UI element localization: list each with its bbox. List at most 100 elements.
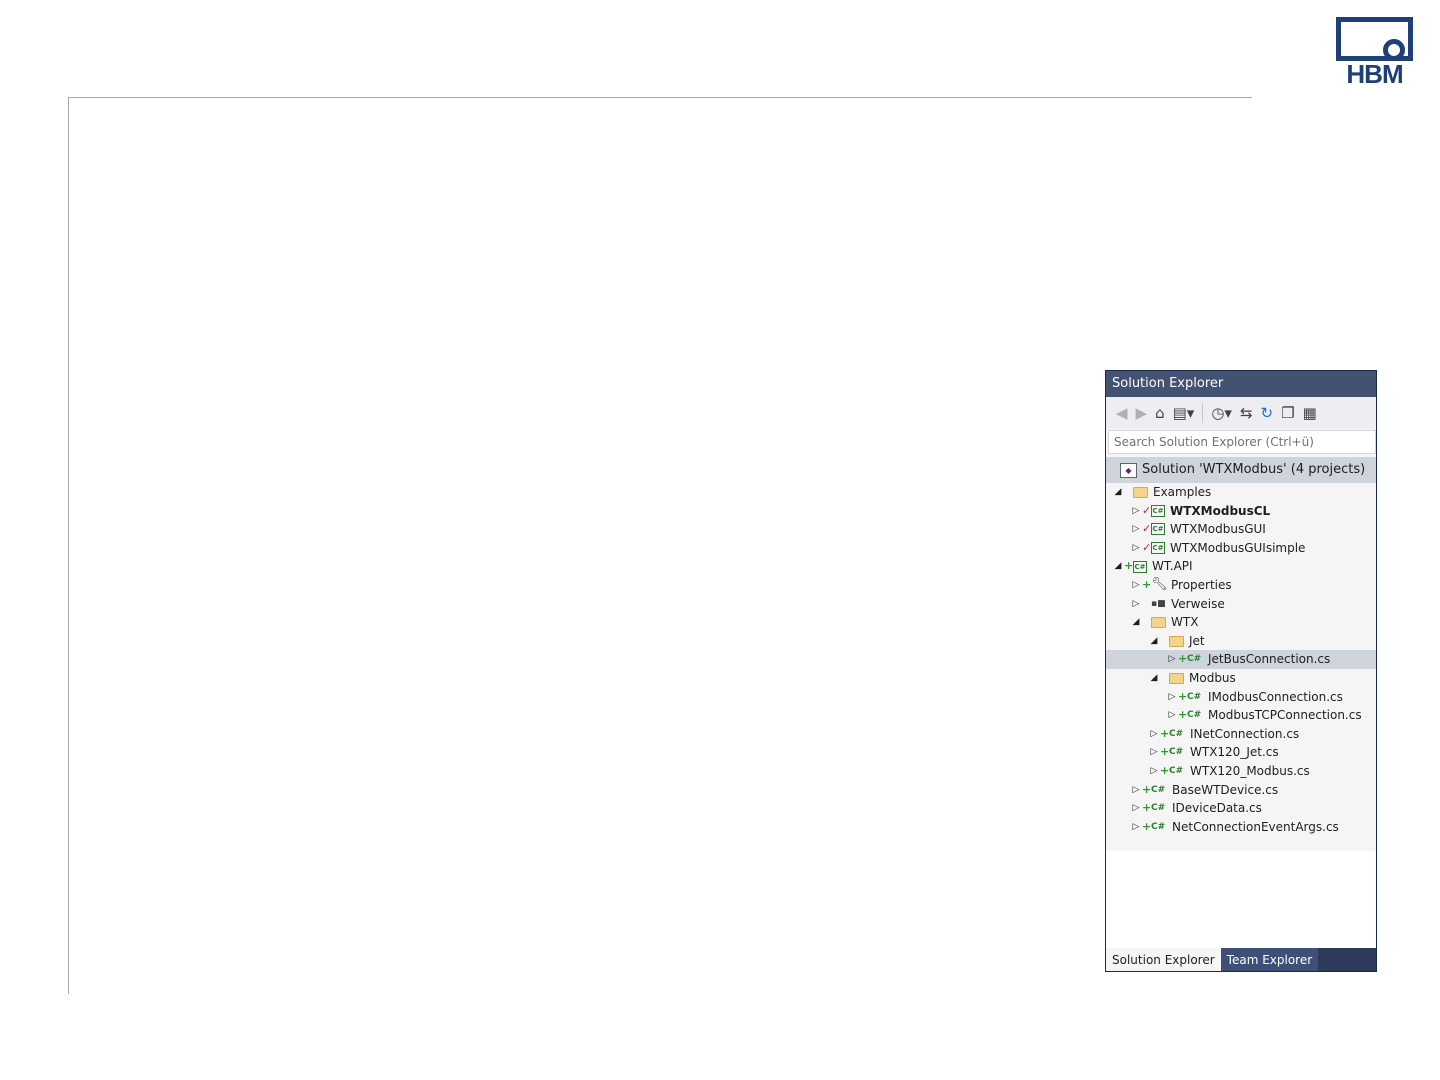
tree-item-label: ModbusTCPConnection.cs [1208,708,1362,723]
tree-item-label: Verweise [1171,596,1225,611]
collapsed-arrow-icon[interactable]: ▷ [1166,706,1178,725]
expanded-arrow-icon[interactable]: ◢ [1148,669,1160,688]
tree-item-label: WTXModbusGUIsimple [1170,540,1306,555]
tree-item-jet[interactable]: ◢ Jet [1106,632,1376,651]
slide-frame-top-line [68,97,1252,98]
solution-explorer-panel: Solution Explorer ◀ ▶ ⌂ ▤▾ ◷▾ ⇆ ↻ ❐ ▦ Se… [1105,370,1377,972]
collapsed-arrow-icon[interactable]: ▷ [1130,799,1142,818]
tree-item-label: IDeviceData.cs [1172,801,1262,816]
pending-add-icon: + [1160,745,1170,759]
tree-item-label: Examples [1153,485,1212,499]
folder-icon [1133,486,1148,498]
tree-item-label: Properties [1171,577,1232,592]
tree-item-label: WTX120_Modbus.cs [1190,763,1310,778]
tree-item-label: IModbusConnection.cs [1208,689,1343,704]
folder-icon [1151,616,1166,628]
csharp-file-icon: C# [1151,821,1166,832]
tab-solution-explorer[interactable]: Solution Explorer [1106,948,1221,971]
forward-icon[interactable]: ▶ [1136,404,1148,422]
csharp-file-icon: C# [1187,710,1202,721]
slide-frame-left-line [68,97,69,994]
tree-item-wtxmodbusguisimple[interactable]: ▷ ✓ C# WTXModbusGUIsimple [1106,539,1376,558]
collapsed-arrow-icon[interactable]: ▷ [1130,595,1142,614]
csharp-project-icon: C# [1151,542,1165,555]
collapsed-arrow-icon[interactable]: ▷ [1130,818,1142,837]
back-icon[interactable]: ◀ [1116,404,1128,422]
tree-item-verweise[interactable]: ▷ ▪■ Verweise [1106,595,1376,614]
tree-item-netconnectioneventargs[interactable]: ▷ + C# NetConnectionEventArgs.cs [1106,818,1376,837]
solution-icon: ◆ [1120,462,1137,478]
tree-item-idevicedata[interactable]: ▷ + C# IDeviceData.cs [1106,799,1376,818]
tree-item-wtxmodbuscl[interactable]: ▷ ✓ C# WTXModbusCL [1106,502,1376,521]
tree-item-modbustcpconnection[interactable]: ▷ + C# ModbusTCPConnection.cs [1106,706,1376,725]
tree-item-jetbusconnection[interactable]: ▷ + C# JetBusConnection.cs [1106,650,1376,669]
pending-add-icon: + [1142,801,1152,815]
search-input[interactable]: Search Solution Explorer (Ctrl+ü) [1108,430,1376,454]
pending-changes-filter-icon[interactable]: ◷▾ [1211,404,1232,422]
expanded-arrow-icon[interactable]: ◢ [1112,483,1124,502]
sync-icon[interactable]: ⇆ [1240,404,1253,422]
panel-toolbar: ◀ ▶ ⌂ ▤▾ ◷▾ ⇆ ↻ ❐ ▦ [1106,397,1376,429]
tree-item-properties[interactable]: ▷ + 🔧︎ Properties [1106,576,1376,595]
properties-icon[interactable]: ▦ [1303,404,1317,422]
csharp-project-icon: C# [1151,504,1165,517]
tree-item-label: JetBusConnection.cs [1208,652,1331,667]
collapsed-arrow-icon[interactable]: ▷ [1166,688,1178,707]
home-icon[interactable]: ⌂ [1155,404,1165,422]
pending-add-icon: + [1142,819,1152,833]
solution-node[interactable]: ◆ Solution 'WTXModbus' (4 projects) [1106,457,1376,483]
csharp-project-icon: C# [1151,523,1165,536]
collapsed-arrow-icon[interactable]: ▷ [1148,725,1160,744]
tree-item-imodbusconnection[interactable]: ▷ + C# IModbusConnection.cs [1106,688,1376,707]
tree-item-label: WTXModbusGUI [1170,522,1266,537]
collapsed-arrow-icon[interactable]: ▷ [1148,743,1160,762]
collapsed-arrow-icon[interactable]: ▷ [1130,502,1142,521]
tree-item-wtxmodbusgui[interactable]: ▷ ✓ C# WTXModbusGUI [1106,520,1376,539]
tree-item-wtx[interactable]: ◢ WTX [1106,613,1376,632]
expanded-arrow-icon[interactable]: ◢ [1148,632,1160,651]
folder-icon [1169,635,1184,647]
switch-views-icon[interactable]: ▤▾ [1173,404,1195,422]
tree-item-wtx120-jet[interactable]: ▷ + C# WTX120_Jet.cs [1106,743,1376,762]
csharp-file-icon: C# [1169,765,1184,776]
refresh-icon[interactable]: ↻ [1261,404,1274,422]
tab-team-explorer[interactable]: Team Explorer [1220,948,1319,971]
tree-item-label: BaseWTDevice.cs [1172,782,1279,797]
tree-item-examples[interactable]: ◢ Examples [1106,483,1376,502]
collapsed-arrow-icon[interactable]: ▷ [1148,762,1160,781]
csharp-file-icon: C# [1151,803,1166,814]
csharp-file-icon: C# [1169,728,1184,739]
checkin-check-icon: ✓ [1142,522,1152,536]
references-icon: ▪■ [1151,598,1166,609]
logo-circle [1383,39,1405,61]
expanded-arrow-icon[interactable]: ◢ [1112,557,1124,576]
tree-item-inetconnection[interactable]: ▷ + C# INetConnection.cs [1106,725,1376,744]
tree-item-label: WTXModbusCL [1170,503,1271,518]
csharp-file-icon: C# [1151,784,1166,795]
tree-item-basewtdevice[interactable]: ▷ + C# BaseWTDevice.cs [1106,781,1376,800]
collapsed-arrow-icon[interactable]: ▷ [1130,576,1142,595]
toolbar-separator [1202,403,1204,423]
csharp-file-icon: C# [1187,654,1202,665]
tree-item-wt-api[interactable]: ◢ + C# WT.API [1106,557,1376,576]
pending-add-icon: + [1160,726,1170,740]
checkin-check-icon: ✓ [1142,540,1152,554]
wrench-icon: 🔧︎ [1151,576,1168,592]
tree-item-label: Modbus [1189,670,1236,685]
solution-tree: ◆ Solution 'WTXModbus' (4 projects) ◢ Ex… [1106,457,1376,851]
tree-item-wtx120-modbus[interactable]: ▷ + C# WTX120_Modbus.cs [1106,762,1376,781]
panel-tab-bar: Solution Explorer Team Explorer [1106,948,1376,971]
tree-item-label: INetConnection.cs [1190,726,1300,741]
expanded-arrow-icon[interactable]: ◢ [1130,613,1142,632]
collapsed-arrow-icon[interactable]: ▷ [1130,781,1142,800]
tree-item-label: NetConnectionEventArgs.cs [1172,819,1339,834]
pending-add-icon: + [1142,782,1152,796]
collapsed-arrow-icon[interactable]: ▷ [1130,520,1142,539]
collapsed-arrow-icon[interactable]: ▷ [1130,539,1142,558]
tree-item-modbus[interactable]: ◢ Modbus [1106,669,1376,688]
collapse-all-icon[interactable]: ❐ [1281,404,1294,422]
pending-add-icon: + [1124,559,1134,573]
csharp-file-icon: C# [1169,747,1184,758]
csharp-project-icon: C# [1133,560,1147,573]
collapsed-arrow-icon[interactable]: ▷ [1166,650,1178,669]
